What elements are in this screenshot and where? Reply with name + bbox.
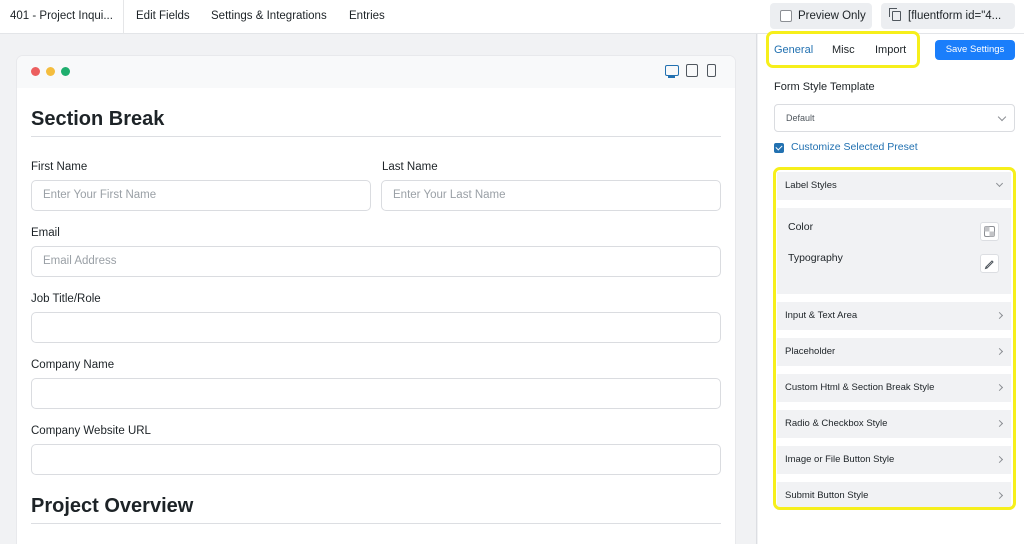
- window-maximize-dot: [61, 67, 70, 76]
- copy-icon: [889, 8, 901, 21]
- preview-label: Preview Only: [798, 10, 866, 22]
- form-style-template-select[interactable]: Default: [774, 104, 1015, 132]
- divider: [123, 0, 124, 34]
- browser-bar: [17, 56, 735, 88]
- nav-entries[interactable]: Entries: [349, 0, 385, 34]
- company-name-input[interactable]: [31, 378, 721, 409]
- form-style-template-label: Form Style Template: [774, 81, 875, 93]
- top-bar: 401 - Project Inqui... Edit Fields Setti…: [0, 0, 1024, 34]
- template-select-value: Default: [786, 113, 815, 123]
- company-website-input[interactable]: [31, 444, 721, 475]
- customize-preset-label[interactable]: Customize Selected Preset: [791, 141, 918, 153]
- tablet-icon[interactable]: [686, 64, 698, 77]
- company-name-label: Company Name: [31, 359, 115, 371]
- section-title: Project Overview: [31, 495, 194, 517]
- last-name-label: Last Name: [382, 161, 438, 173]
- browser-frame: Section Break First Name Enter Your Firs…: [17, 56, 735, 544]
- nav-edit-fields[interactable]: Edit Fields: [136, 0, 190, 34]
- first-name-input[interactable]: Enter Your First Name: [31, 180, 371, 211]
- form-title[interactable]: 401 - Project Inqui...: [10, 0, 113, 34]
- mobile-icon[interactable]: [707, 64, 716, 77]
- preview-canvas: Section Break First Name Enter Your Firs…: [0, 34, 757, 544]
- save-settings-button[interactable]: Save Settings: [935, 40, 1015, 60]
- window-minimize-dot: [46, 67, 55, 76]
- first-name-label: First Name: [31, 161, 88, 173]
- section-title: Section Break: [31, 108, 165, 130]
- desktop-icon[interactable]: [665, 65, 679, 78]
- preview-checkbox[interactable]: [780, 10, 792, 22]
- last-name-input[interactable]: Enter Your Last Name: [381, 180, 721, 211]
- email-label: Email: [31, 227, 60, 239]
- email-input[interactable]: Email Address: [31, 246, 721, 277]
- tabs-highlight: [766, 31, 920, 68]
- job-title-input[interactable]: [31, 312, 721, 343]
- company-website-label: Company Website URL: [31, 425, 151, 437]
- style-sections-highlight: [773, 167, 1016, 510]
- shortcode-text: [fluentform id="4...: [908, 10, 1002, 22]
- shortcode-copy-button[interactable]: [fluentform id="4...: [881, 3, 1015, 29]
- chevron-down-icon: [997, 112, 1007, 122]
- nav-settings-integrations[interactable]: Settings & Integrations: [211, 0, 327, 34]
- customize-preset-checkbox[interactable]: [774, 143, 784, 153]
- section-divider: [31, 523, 721, 524]
- style-settings-panel: General Misc Import Save Settings Form S…: [758, 31, 1024, 544]
- preview-only-button[interactable]: Preview Only: [770, 3, 872, 29]
- window-close-dot: [31, 67, 40, 76]
- job-title-label: Job Title/Role: [31, 293, 101, 305]
- section-divider: [31, 136, 721, 137]
